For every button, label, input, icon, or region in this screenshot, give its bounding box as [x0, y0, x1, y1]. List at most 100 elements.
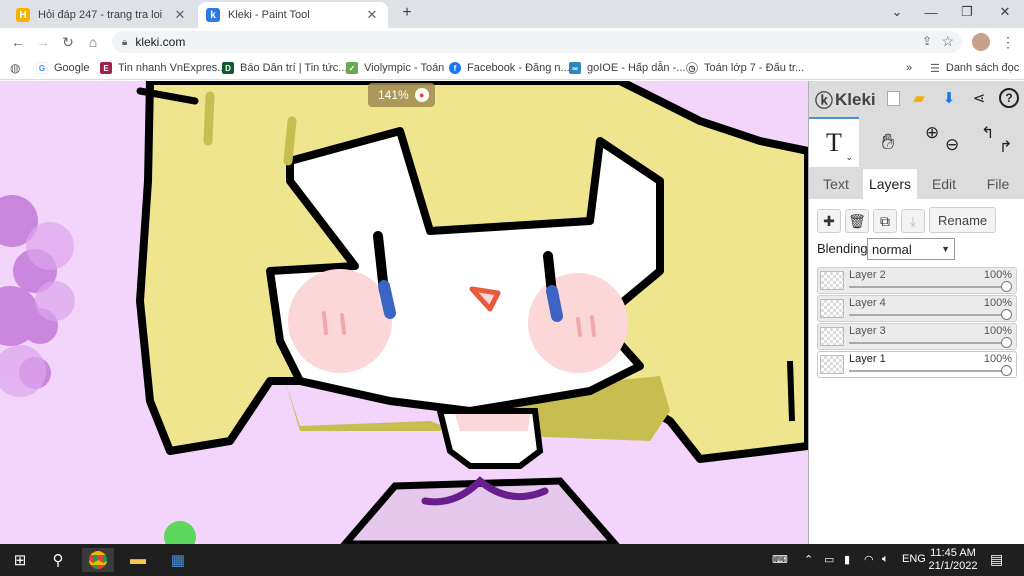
duplicate-layer-button[interactable]: ⧉: [873, 209, 897, 233]
hand-tool-button[interactable]: ✋︎: [863, 117, 913, 167]
keyboard-icon[interactable]: ⌨: [772, 553, 788, 566]
panel-header: ⓚ Kleki ▰ ⬇ ⋖ ?: [809, 81, 1024, 115]
opacity-knob[interactable]: [1001, 281, 1012, 292]
text-tool-button[interactable]: T ⌄: [809, 117, 859, 167]
reset-zoom-icon[interactable]: ●: [414, 88, 429, 102]
facebook-icon: f: [449, 62, 461, 74]
opacity-knob[interactable]: [1001, 337, 1012, 348]
language-indicator[interactable]: ENG: [902, 553, 926, 565]
bookmark-label: Facebook - Đăng n...: [467, 62, 570, 74]
windows-start-icon[interactable]: ⊞: [8, 548, 32, 572]
opacity-slider[interactable]: [849, 281, 1012, 292]
close-tab-icon[interactable]: ✕: [172, 7, 188, 23]
google-icon: G: [36, 62, 48, 74]
close-window-button[interactable]: ✕: [988, 0, 1022, 24]
meet-now-icon[interactable]: ▭: [824, 553, 834, 566]
home-button[interactable]: ⌂: [83, 32, 103, 52]
layer-thumbnail: [820, 355, 844, 374]
tool-row: T ⌄ ✋︎ ⊕ ⊖ ↰ ↱: [809, 117, 1024, 167]
opacity-knob[interactable]: [1001, 309, 1012, 320]
layer-row[interactable]: Layer 4 100%: [817, 295, 1017, 322]
bookmarks-overflow-button[interactable]: »: [906, 60, 912, 76]
search-icon[interactable]: ⚲: [46, 548, 70, 572]
bookmark-facebook[interactable]: f Facebook - Đăng n...: [449, 60, 570, 76]
merge-down-button[interactable]: ⤓: [901, 209, 925, 233]
bookmark-vnexpress[interactable]: E Tin nhanh VnExpres...: [100, 60, 226, 76]
undo-icon[interactable]: ↰: [981, 123, 994, 143]
apps-globe-icon[interactable]: ◍: [10, 60, 20, 76]
tab-layers[interactable]: Layers: [863, 169, 917, 199]
share-icon[interactable]: ⋖: [969, 88, 989, 108]
restore-button[interactable]: ❐: [950, 0, 984, 24]
minimize-button[interactable]: —: [914, 0, 948, 24]
download-icon[interactable]: ⬇: [939, 88, 959, 108]
bookmark-toan-lop-7[interactable]: ◷ Toán lớp 7 - Đấu tr...: [686, 60, 804, 76]
delete-layer-button[interactable]: 🗑︎: [845, 209, 869, 233]
add-layer-button[interactable]: ✚: [817, 209, 841, 233]
bookmark-google[interactable]: G Google: [36, 60, 89, 76]
new-image-icon[interactable]: [883, 88, 903, 108]
chevron-down-icon[interactable]: ⌄: [845, 152, 853, 163]
tray-overflow-icon[interactable]: ⌃: [804, 553, 813, 566]
layer-name: Layer 3: [849, 325, 886, 337]
chrome-taskbar-icon[interactable]: [82, 548, 114, 572]
tab-text[interactable]: Text: [809, 169, 863, 199]
layer-row[interactable]: Layer 3 100%: [817, 323, 1017, 350]
blending-select[interactable]: normal ▼: [867, 238, 955, 260]
clock-time: 11:45 AM: [930, 547, 976, 559]
opacity-slider[interactable]: [849, 309, 1012, 320]
zoom-in-icon[interactable]: ⊕: [925, 123, 939, 143]
history-group: ↰ ↱: [973, 117, 1023, 167]
bookmark-label: Google: [54, 62, 90, 74]
browser-toolbar: ← → ↻ ⌂ 🔒︎ kleki.com ⇪ ☆ ⋮: [0, 28, 1024, 56]
layer-name: Layer 4: [849, 297, 886, 309]
calculator-icon[interactable]: ▦: [166, 548, 190, 572]
volume-icon[interactable]: 🔈︎: [882, 553, 889, 566]
back-button[interactable]: ←: [8, 32, 28, 52]
system-clock[interactable]: 11:45 AM 21/1/2022: [928, 547, 978, 573]
zoom-out-icon[interactable]: ⊖: [945, 135, 959, 155]
reload-button[interactable]: ↻: [58, 32, 78, 52]
chevron-down-icon: ▼: [941, 244, 950, 254]
address-bar[interactable]: 🔒︎ kleki.com ⇪ ☆: [112, 31, 962, 53]
help-icon[interactable]: ?: [999, 88, 1019, 108]
redo-icon[interactable]: ↱: [999, 137, 1012, 157]
layer-row[interactable]: Layer 1 100%: [817, 351, 1017, 378]
lock-icon[interactable]: 🔒︎: [122, 37, 127, 48]
bookmark-goioe[interactable]: ∞ goIOE - Hấp dẫn -...: [569, 60, 685, 76]
tab-search-icon[interactable]: ⌄: [880, 0, 914, 24]
close-tab-icon[interactable]: ✕: [364, 7, 380, 23]
kleki-logo-text: Kleki: [835, 90, 876, 109]
notifications-icon[interactable]: ▤: [990, 551, 1003, 568]
bookmark-violympic[interactable]: ✓ Violympic - Toán: [346, 60, 444, 76]
menu-kebab-icon[interactable]: ⋮: [998, 32, 1018, 52]
layer-row[interactable]: Layer 2 100%: [817, 267, 1017, 294]
tab-hoidap247[interactable]: H Hỏi đáp 247 - trang tra loi ✕: [8, 2, 196, 28]
bookmark-dantri[interactable]: D Báo Dân trí | Tin tức...: [222, 60, 347, 76]
tab-file[interactable]: File: [971, 169, 1024, 199]
layer-thumbnail: [820, 327, 844, 346]
url-text: kleki.com: [135, 35, 186, 49]
bookmark-label: Violympic - Toán: [364, 62, 445, 74]
share-icon[interactable]: ⇪: [922, 34, 932, 48]
opacity-slider[interactable]: [849, 365, 1012, 376]
profile-avatar[interactable]: [972, 33, 990, 51]
tab-edit[interactable]: Edit: [917, 169, 971, 199]
opacity-knob[interactable]: [1001, 365, 1012, 376]
kleki-logo[interactable]: ⓚ Kleki: [815, 87, 876, 113]
artwork: [0, 81, 808, 544]
drawing-canvas[interactable]: 141% ●: [0, 81, 808, 544]
zoom-indicator[interactable]: 141% ●: [368, 83, 435, 107]
forward-button[interactable]: →: [33, 32, 53, 52]
battery-icon[interactable]: ▮: [844, 553, 850, 566]
bookmark-star-icon[interactable]: ☆: [941, 33, 954, 50]
goioe-icon: ∞: [569, 62, 581, 74]
reading-list-button[interactable]: ☰ Danh sách đọc: [930, 60, 1019, 76]
opacity-slider[interactable]: [849, 337, 1012, 348]
file-explorer-icon[interactable]: ▬: [126, 548, 150, 572]
tab-kleki[interactable]: k Kleki - Paint Tool ✕: [198, 2, 388, 28]
new-tab-button[interactable]: +: [398, 4, 416, 22]
rename-layer-button[interactable]: Rename: [929, 207, 997, 233]
open-folder-icon[interactable]: ▰: [909, 88, 929, 108]
wifi-icon[interactable]: ◠: [864, 553, 874, 566]
